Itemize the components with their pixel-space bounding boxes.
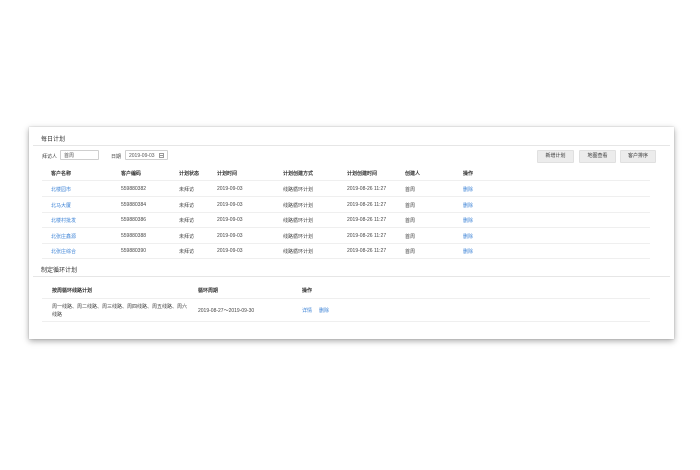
table-cell-created: 2019-08-26 11:27 [347, 201, 387, 208]
visitor-label: 拜访人 [42, 154, 58, 160]
table-row-line [42, 211, 650, 213]
table-cell-creator: 首周 [405, 249, 416, 255]
loop-routes-line2: 线路 [52, 312, 63, 318]
table-row-line [42, 196, 650, 197]
table-cell-method: 线路循环计划 [283, 202, 314, 209]
loop-col-period: 循环周期 [198, 288, 219, 294]
customer-name-link[interactable]: 北楼村批发 [51, 217, 76, 224]
customer-name-link[interactable]: 北楼园市 [51, 186, 71, 193]
table-cell-status: 未拜访 [179, 187, 195, 193]
delete-link[interactable]: 删除 [463, 217, 473, 224]
table-cell-time: 2019-09-03 [217, 232, 243, 239]
col-customer-code: 客户编码 [121, 171, 142, 177]
date-value: 2019-09-03 [129, 153, 155, 159]
customer-name-link[interactable]: 北张庄综合 [51, 248, 76, 255]
col-plan-status: 计划状态 [179, 171, 200, 177]
table-cell-created: 2019-08-26 11:27 [347, 217, 387, 223]
table-cell-status: 未拜访 [179, 218, 195, 224]
col-customer-name: 客户名称 [51, 171, 72, 177]
delete-link[interactable]: 删除 [463, 233, 473, 240]
table-cell-code: 559880386 [121, 217, 147, 223]
loop-row-line [42, 321, 650, 322]
table-row-line [42, 242, 650, 244]
table-cell-code: 559880384 [121, 201, 147, 208]
add-plan-button[interactable]: 新增计划 [537, 150, 574, 163]
table-cell-status: 未拜访 [179, 202, 195, 209]
delete-link[interactable]: 删除 [463, 202, 473, 209]
table-row-line [42, 258, 650, 259]
customer-sort-button[interactable]: 客户排序 [620, 150, 656, 163]
loop-detail-link[interactable]: 详情 [302, 307, 312, 314]
table-cell-status: 未拜访 [179, 233, 195, 240]
col-create-method: 计划创建方式 [283, 171, 314, 177]
calendar-icon[interactable] [159, 153, 164, 158]
table-cell-status: 未拜访 [179, 249, 195, 255]
map-view-button[interactable]: 地图查看 [579, 150, 616, 163]
table-cell-code: 559880388 [121, 232, 147, 239]
table-cell-method: 线路循环计划 [283, 249, 314, 255]
table-cell-created: 2019-08-26 11:27 [347, 232, 387, 239]
table-cell-created: 2019-08-26 11:27 [347, 248, 387, 254]
table-cell-creator: 首周 [405, 233, 416, 240]
table-cell-method: 线路循环计划 [283, 233, 314, 240]
daily-header-line [42, 180, 650, 181]
table-row-line [42, 227, 650, 228]
customer-name-link[interactable]: 北张庄鑫源 [51, 233, 76, 240]
delete-link[interactable]: 删除 [463, 248, 473, 255]
table-cell-time: 2019-09-03 [217, 201, 243, 208]
col-creator: 创建人 [405, 171, 421, 177]
table-cell-method: 线路循环计划 [283, 218, 314, 224]
col-plan-time: 计划时间 [217, 171, 238, 177]
loop-routes-line1: 周一线路、周二线路、周三线路、周四线路、周五线路、周六 [52, 304, 188, 310]
daily-plan-title: 每日计划 [41, 137, 66, 143]
customer-name-link[interactable]: 北马大厦 [51, 202, 71, 209]
table-cell-time: 2019-09-03 [217, 217, 243, 223]
table-cell-creator: 首周 [405, 187, 416, 193]
loop-col-routes: 按周循环线路计划 [52, 288, 93, 294]
loop-plan-divider [33, 276, 670, 277]
table-cell-creator: 首周 [405, 202, 416, 209]
delete-link[interactable]: 删除 [463, 186, 473, 193]
table-cell-created: 2019-08-26 11:27 [347, 186, 387, 192]
loop-period: 2019-08-27～2019-09-30 [198, 308, 255, 314]
table-cell-code: 559880382 [121, 186, 147, 192]
col-create-time: 计划创建时间 [347, 171, 378, 177]
date-label: 日期 [111, 154, 122, 160]
loop-header-line [42, 298, 650, 299]
visitor-value: 首周 [64, 153, 75, 159]
table-cell-code: 559880390 [121, 248, 147, 254]
table-cell-creator: 首周 [405, 218, 416, 224]
loop-plan-title: 制定循环计划 [41, 268, 78, 274]
daily-plan-divider [33, 145, 670, 146]
visitor-input[interactable]: 首周 [60, 150, 99, 160]
loop-delete-link[interactable]: 删除 [319, 307, 329, 314]
date-picker[interactable]: 2019-09-03 [125, 150, 168, 160]
table-cell-time: 2019-09-03 [217, 186, 243, 192]
col-action: 操作 [463, 171, 474, 177]
loop-col-action: 操作 [302, 288, 313, 294]
table-cell-method: 线路循环计划 [283, 187, 314, 193]
table-cell-time: 2019-09-03 [217, 248, 243, 254]
